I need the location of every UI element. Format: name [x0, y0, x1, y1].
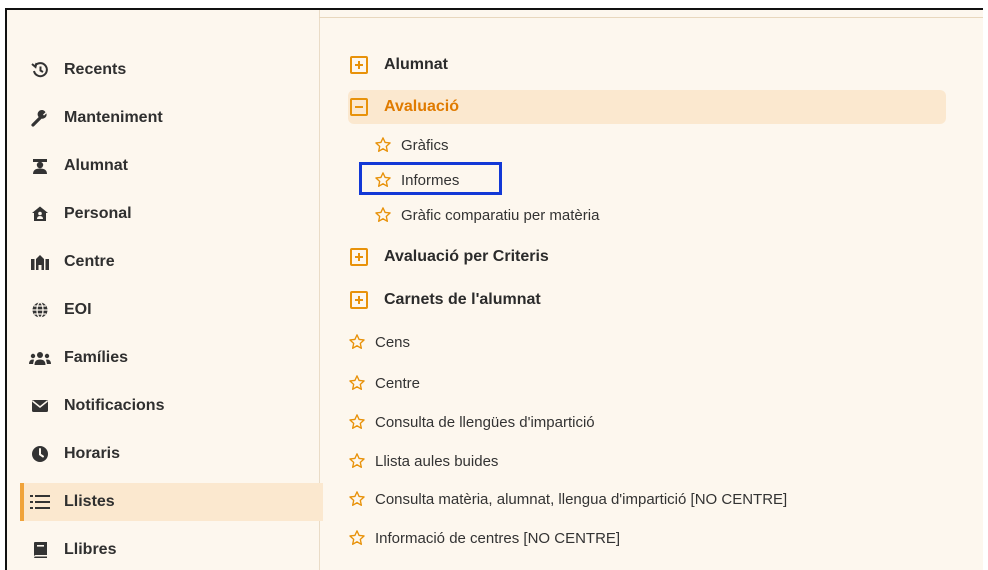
sidebar-item-label: Horaris: [64, 445, 121, 462]
star-icon[interactable]: [348, 452, 366, 470]
star-icon[interactable]: [348, 529, 366, 547]
sidebar-item-llistes[interactable]: Llistes: [20, 483, 323, 521]
star-icon[interactable]: [348, 490, 366, 508]
selection-highlight: [359, 162, 502, 195]
group-alumnat[interactable]: Alumnat: [348, 48, 946, 82]
menu-item-label: Cens: [375, 333, 411, 351]
app-frame: Recents Manteniment Alumnat Personal Cen: [5, 8, 983, 570]
staff-building-icon: [28, 205, 52, 223]
star-icon[interactable]: [348, 374, 366, 392]
sidebar-item-label: Manteniment: [64, 109, 163, 126]
menu-item-label: Gràfics: [401, 136, 449, 154]
menu-item-label: Consulta matèria, alumnat, llengua d'imp…: [375, 490, 788, 508]
sidebar-item-notificacions[interactable]: Notificacions: [20, 387, 319, 425]
group-avaluacio[interactable]: Avaluació: [348, 90, 946, 124]
group-label: Carnets de l'alumnat: [384, 291, 541, 308]
star-icon[interactable]: [374, 136, 392, 154]
sidebar-item-label: EOI: [64, 301, 92, 318]
sidebar-item-label: Famílies: [64, 349, 129, 366]
collapse-icon: [350, 98, 368, 116]
expand-icon: [350, 56, 368, 74]
menu-item-grafics[interactable]: Gràfics: [374, 133, 449, 157]
envelope-icon: [28, 399, 52, 413]
sidebar-item-personal[interactable]: Personal: [20, 195, 319, 233]
sidebar-item-manteniment[interactable]: Manteniment: [20, 99, 319, 137]
sidebar-item-families[interactable]: Famílies: [20, 339, 319, 377]
sidebar-item-label: Llistes: [64, 493, 115, 510]
menu-item-label: Centre: [375, 374, 421, 392]
menu-item-label: Consulta de llengües d'impartició: [375, 413, 595, 431]
sidebar-item-label: Llibres: [64, 541, 117, 558]
menu-item-label: Llista aules buides: [375, 452, 499, 470]
menu-item-consulta-materia[interactable]: Consulta matèria, alumnat, llengua d'imp…: [348, 487, 787, 511]
expand-icon: [350, 291, 368, 309]
group-label: Alumnat: [384, 56, 448, 73]
menu-panel: Alumnat Avaluació Gràfics Informes Gràfi…: [320, 10, 983, 570]
menu-item-centre[interactable]: Centre: [348, 371, 420, 395]
sidebar-item-label: Recents: [64, 61, 127, 78]
list-icon: [28, 494, 52, 510]
menu-item-label: Gràfic comparatiu per matèria: [401, 206, 600, 224]
star-icon[interactable]: [348, 413, 366, 431]
history-icon: [28, 61, 52, 79]
sidebar-item-alumnat[interactable]: Alumnat: [20, 147, 319, 185]
sidebar-item-label: Alumnat: [64, 157, 128, 174]
menu-item-cens[interactable]: Cens: [348, 330, 410, 354]
menu-item-grafic-comparatiu[interactable]: Gràfic comparatiu per matèria: [374, 203, 599, 227]
sidebar-item-recents[interactable]: Recents: [20, 51, 319, 89]
book-icon: [28, 541, 52, 559]
sidebar-item-llibres[interactable]: Llibres: [20, 531, 319, 569]
group-label: Avaluació per Criteris: [384, 248, 549, 265]
sidebar: Recents Manteniment Alumnat Personal Cen: [7, 10, 323, 570]
group-avaluacio-per-criteris[interactable]: Avaluació per Criteris: [348, 240, 946, 274]
sidebar-item-eoi[interactable]: EOI: [20, 291, 319, 329]
sidebar-item-label: Personal: [64, 205, 132, 222]
student-icon: [28, 157, 52, 175]
sidebar-item-label: Notificacions: [64, 397, 165, 414]
school-icon: [28, 253, 52, 271]
expand-icon: [350, 248, 368, 266]
menu-item-label: Informació de centres [NO CENTRE]: [375, 529, 621, 547]
sidebar-item-label: Centre: [64, 253, 115, 270]
group-label: Avaluació: [384, 98, 459, 115]
menu-item-informacio-centres[interactable]: Informació de centres [NO CENTRE]: [348, 526, 620, 550]
family-icon: [28, 350, 52, 366]
sidebar-item-horaris[interactable]: Horaris: [20, 435, 319, 473]
wrench-icon: [28, 109, 52, 127]
group-carnets-alumnat[interactable]: Carnets de l'alumnat: [348, 283, 946, 317]
sidebar-item-centre[interactable]: Centre: [20, 243, 319, 281]
star-icon[interactable]: [348, 333, 366, 351]
globe-icon: [28, 301, 52, 319]
menu-item-consulta-llengues[interactable]: Consulta de llengües d'impartició: [348, 410, 595, 434]
star-icon[interactable]: [374, 206, 392, 224]
clock-icon: [28, 445, 52, 463]
menu-item-llista-aules[interactable]: Llista aules buides: [348, 449, 498, 473]
